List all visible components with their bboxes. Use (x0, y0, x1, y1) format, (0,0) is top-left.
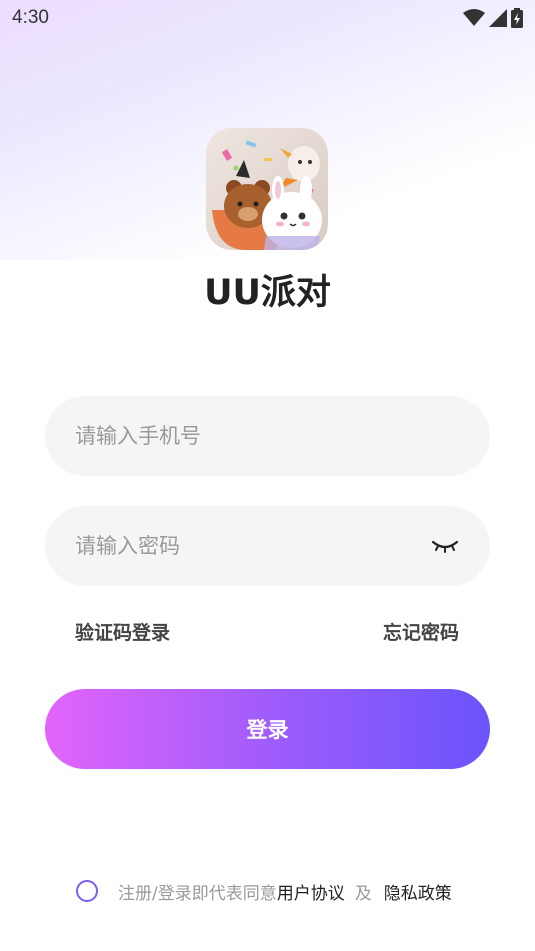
cellular-signal-icon (489, 9, 507, 27)
forgot-password-link[interactable]: 忘记密码 (383, 618, 459, 645)
status-bar: 4:30 (0, 0, 535, 36)
eye-closed-icon[interactable] (430, 536, 460, 556)
password-input[interactable] (75, 534, 422, 558)
app-logo (206, 128, 328, 250)
phone-field[interactable] (45, 396, 490, 476)
status-time: 4:30 (12, 7, 49, 28)
login-button[interactable]: 登录 (45, 689, 490, 769)
agreement-radio[interactable] (76, 880, 98, 902)
app-title: UU派对 (204, 273, 331, 313)
sms-login-link[interactable]: 验证码登录 (75, 618, 170, 645)
status-icons (463, 8, 523, 28)
agreement-row: 注册/登录即代表同意 用户协议 及 隐私政策 (76, 878, 452, 904)
agreement-and: 及 (354, 883, 372, 904)
battery-icon (511, 8, 523, 28)
agreement-prefix: 注册/登录即代表同意 (118, 883, 277, 904)
password-field[interactable] (45, 506, 490, 586)
phone-input[interactable] (75, 424, 460, 448)
user-agreement-link[interactable]: 用户协议 (277, 879, 345, 904)
privacy-policy-link[interactable]: 隐私政策 (384, 879, 452, 904)
wifi-icon (463, 9, 485, 26)
